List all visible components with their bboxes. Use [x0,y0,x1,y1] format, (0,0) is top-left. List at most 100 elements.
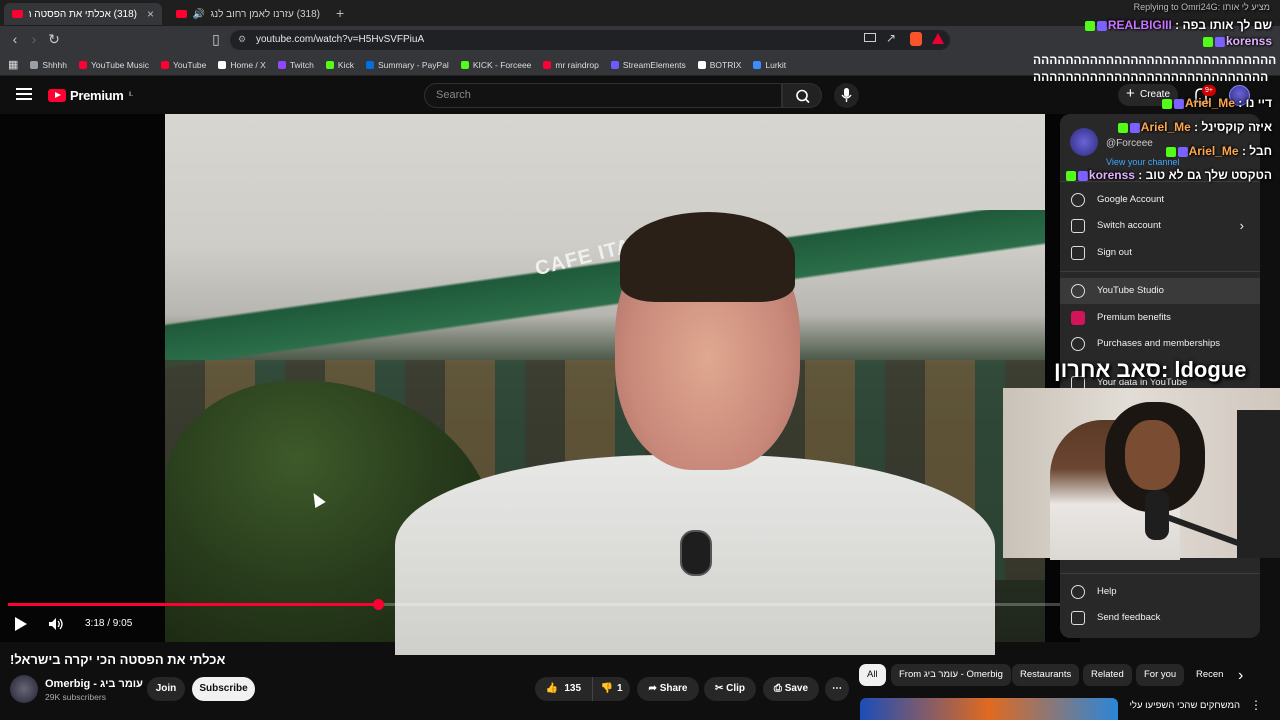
chip-3[interactable]: Related [1083,664,1132,686]
bookmark-item[interactable]: StreamElements [610,60,686,70]
browser-tab[interactable]: 🔊 (318) עזרנו לאמן רחוב לנגן בפומבי [168,3,328,25]
streamer-microphone [1145,490,1169,540]
sign-out-icon [1071,246,1085,260]
premium-icon [1071,311,1085,325]
bookmark-item[interactable]: YouTube [160,60,206,70]
bookmark-label: Twitch [289,59,314,70]
url-input[interactable]: youtube.com/watch?v=H5HvSVFPiuA [230,30,950,50]
bookmark-favicon-icon [160,60,169,69]
menu-item-help[interactable]: Help [1060,579,1260,605]
search-button[interactable] [782,83,822,108]
chip-4[interactable]: For you [1136,664,1185,686]
bookmark-label: Shhhh [42,59,67,70]
chat-badge-icon [1096,20,1107,31]
youtube-premium-logo[interactable]: Premium IL [48,88,133,103]
bookmark-item[interactable]: KICK - Forceee [460,60,531,70]
rewards-icon[interactable] [932,33,944,44]
play-icon[interactable] [15,617,27,631]
chat-username: Ariel_Me [1184,96,1235,110]
browser-tab-active[interactable]: (318) אכלתי את הפסטה הכי יקרה × [4,3,162,25]
forward-icon[interactable]: › [25,30,43,48]
back-icon[interactable]: ‹ [6,30,24,48]
chat-separator: : [1171,18,1183,32]
menu-item-premium-benefits[interactable]: Premium benefits [1060,305,1260,331]
bookmark-item[interactable]: Home / X [218,59,266,70]
bookmark-icon[interactable]: ▯ [207,30,225,48]
volume-icon [49,618,63,630]
menu-item-google-account[interactable]: Google Account [1060,187,1260,213]
menu-icon[interactable] [16,88,32,100]
voice-search-button[interactable] [834,83,859,108]
save-label: Save [784,683,809,694]
more-actions-icon[interactable]: ⋯ [825,677,849,701]
like-button[interactable]: 👍 135 [535,677,593,701]
share-page-icon[interactable]: ↗ [886,31,896,45]
bookmark-item[interactable]: YouTube Music [79,60,149,70]
menu-item-purchases[interactable]: Purchases and memberships [1060,331,1260,357]
bookmark-item[interactable]: Kick [325,60,354,70]
bookmark-item[interactable]: Summary - PayPal [365,60,449,70]
close-tab-icon[interactable]: × [147,7,154,21]
share-button[interactable]: ➦ Share [637,677,699,701]
brave-shield-icon[interactable] [910,32,922,46]
menu-item-switch-account[interactable]: Switch account › [1060,213,1260,239]
volume-button[interactable] [48,617,64,631]
chat-badge-icon [1202,36,1213,47]
time-display: 3:18 / 9:05 [85,618,133,629]
search-input[interactable]: Search [424,83,782,108]
join-button[interactable]: Join [147,677,185,701]
menu-item-youtube-studio[interactable]: YouTube Studio [1060,278,1260,304]
chat-message: איזה קוקסינל : Ariel_Me [1117,120,1272,134]
chat-message: שם לך אותו בפה : REALBIGIII [1084,18,1272,32]
chip-1[interactable]: From עומר ביג - Omerbig [891,664,1011,686]
gaming-chair [1237,410,1280,558]
menu-divider [1060,271,1260,272]
save-button[interactable]: ⎙ Save [763,677,819,701]
cast-icon[interactable] [864,33,876,42]
chip-2[interactable]: Restaurants [1012,664,1080,686]
menu-item-label: Premium benefits [1097,312,1171,323]
google-icon [1071,193,1085,207]
bookmark-item[interactable]: BOTRIX [697,60,741,70]
lapel-mic [680,530,712,576]
chip-5[interactable]: Recen [1188,664,1236,686]
youtube-logo-icon [48,88,66,102]
save-playlist-icon: ⎙ [773,683,785,694]
chips-next-icon[interactable]: › [1238,667,1243,685]
progress-scrubber[interactable] [373,599,384,610]
bookmark-label: Home / X [230,59,266,70]
chat-spam-line: הההההההההההההההההההההההההההההההההההההההה… [1033,53,1277,84]
dislike-button[interactable]: 👎 1 [593,677,630,701]
recommended-video-title[interactable]: המשחקים שהכי השפיעו עלי [1120,700,1240,711]
menu-item-send-feedback[interactable]: Send feedback [1060,605,1260,631]
apps-grid-icon[interactable]: ▦ [8,58,18,71]
bookmark-favicon-icon [610,60,619,69]
clip-button[interactable]: ✂ Clip [704,677,756,701]
subscribe-button[interactable]: Subscribe [192,677,255,701]
video-title: אכלתי את הפסטה הכי יקרה בישראל! [10,652,226,667]
site-info-icon[interactable]: ⚙ [238,34,246,45]
like-count: 135 [564,683,582,694]
chip-0[interactable]: All [859,664,886,686]
menu-item-label: Sign out [1097,247,1132,258]
new-tab-button[interactable]: + [336,5,344,21]
channel-avatar[interactable] [10,675,38,703]
recommended-video-thumbnail[interactable] [860,698,1118,720]
clip-label: Clip [726,683,746,694]
bookmark-item[interactable]: Shhhh [30,60,67,70]
bookmark-item[interactable]: mr raindrop [543,59,599,70]
reload-icon[interactable]: ↻ [45,30,63,48]
menu-item-label: Switch account [1097,220,1161,231]
thumbs-up-icon: 👍 [545,683,559,694]
bookmark-label: mr raindrop [555,59,599,70]
bookmark-item[interactable]: Twitch [277,59,314,70]
help-icon [1071,585,1085,599]
menu-item-sign-out[interactable]: Sign out [1060,240,1260,266]
studio-icon [1071,284,1085,298]
channel-name[interactable]: Omerbig - עומר ביג [45,678,143,690]
subscriber-count: 29K subscribers [45,692,106,702]
bookmark-item[interactable]: Lurkit [753,60,786,70]
recommendation-menu-icon[interactable]: ⋮ [1250,698,1262,712]
speaker-icon: 🔊 [192,8,206,20]
person-hair [620,212,795,302]
